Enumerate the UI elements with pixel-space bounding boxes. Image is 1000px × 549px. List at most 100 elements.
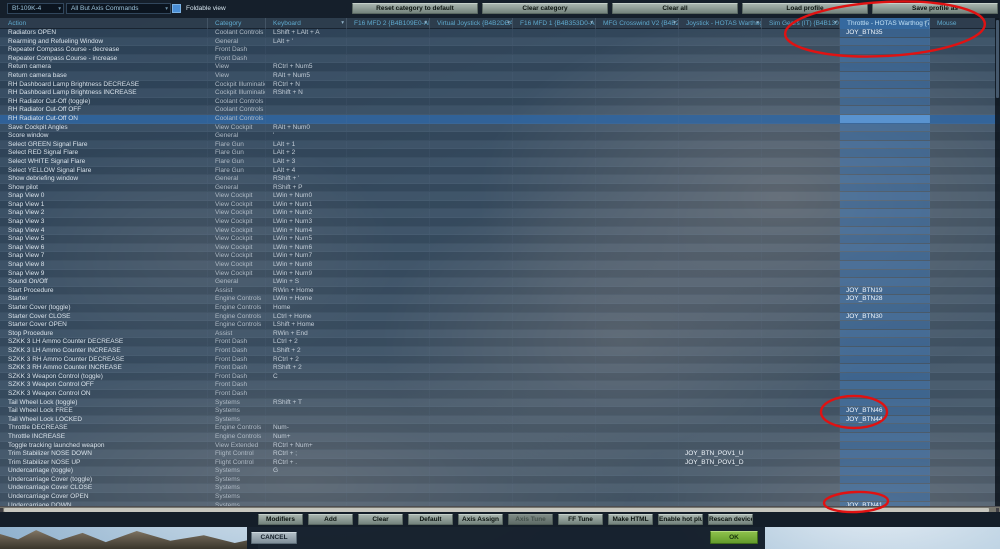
binding-cell[interactable] <box>513 175 596 183</box>
table-row-select-green-signal-flare[interactable]: Select GREEN Signal Flare Flare Gun LAlt +… <box>0 140 1000 150</box>
clear-category-button[interactable]: Clear category <box>482 3 608 14</box>
binding-cell[interactable] <box>762 407 840 415</box>
binding-cell[interactable] <box>430 467 513 475</box>
binding-cell[interactable] <box>430 209 513 218</box>
binding-cell[interactable] <box>840 37 930 46</box>
binding-cell[interactable] <box>347 235 430 243</box>
binding-cell[interactable] <box>930 493 1000 501</box>
binding-cell[interactable] <box>430 484 513 493</box>
category-cell[interactable]: Engine Controls <box>208 432 266 441</box>
keyboard-cell[interactable]: LWin + Num7 <box>266 252 347 261</box>
binding-cell[interactable] <box>762 441 840 450</box>
table-row-rh-radiator-cut-off-off[interactable]: RH Radiator Cut-Off OFF Coolant Controls <box>0 106 1000 115</box>
binding-cell[interactable] <box>596 157 679 166</box>
binding-cell[interactable] <box>762 89 840 97</box>
keyboard-cell[interactable]: LWin + Num3 <box>266 218 347 226</box>
binding-cell[interactable] <box>679 269 762 278</box>
column-filter-arrow-icon[interactable]: ▾ <box>756 18 759 29</box>
binding-cell[interactable] <box>430 114 513 123</box>
table-row-rh-dashboard-lamp-brightness-decrease[interactable]: RH Dashboard Lamp Brightness DECREASE Coc… <box>0 80 1000 90</box>
keyboard-cell[interactable]: LShift + Home <box>266 321 347 329</box>
category-cell[interactable]: Front Dash <box>208 389 266 398</box>
keyboard-cell[interactable]: Home <box>266 304 347 312</box>
binding-cell[interactable] <box>930 398 1000 407</box>
binding-cell[interactable] <box>930 475 1000 484</box>
binding-cell[interactable] <box>347 450 430 458</box>
binding-cell[interactable] <box>430 329 513 338</box>
binding-cell[interactable] <box>679 321 762 329</box>
binding-cell[interactable] <box>762 346 840 355</box>
table-row-snap-view-0[interactable]: Snap View 0 View Cockpit LWin + Num0 <box>0 192 1000 201</box>
aircraft-select[interactable]: Bf-109K-4 ▾ <box>7 3 64 14</box>
scroll-right-arrow-icon[interactable] <box>996 508 999 512</box>
binding-cell[interactable] <box>679 398 762 407</box>
column-header-throttle-hotas-warthog-702[interactable]: Throttle - HOTAS Warthog {702...▾ <box>840 18 930 29</box>
binding-cell[interactable] <box>513 304 596 312</box>
table-row-snap-view-1[interactable]: Snap View 1 View Cockpit LWin + Num1 <box>0 200 1000 210</box>
binding-cell[interactable] <box>679 364 762 372</box>
rescan-devices-button[interactable]: Rescan devices <box>708 514 753 525</box>
keyboard-cell[interactable]: RShift + 2 <box>266 364 347 372</box>
cancel-button[interactable]: CANCEL <box>251 532 297 544</box>
category-cell[interactable]: General <box>208 278 266 286</box>
binding-cell[interactable] <box>513 97 596 106</box>
binding-cell[interactable] <box>430 106 513 114</box>
binding-cell[interactable] <box>679 140 762 149</box>
binding-cell[interactable] <box>930 338 1000 346</box>
binding-cell[interactable] <box>596 218 679 226</box>
binding-cell[interactable] <box>347 209 430 218</box>
binding-cell[interactable] <box>596 226 679 235</box>
binding-cell[interactable] <box>596 441 679 450</box>
binding-cell[interactable] <box>596 269 679 278</box>
binding-cell[interactable] <box>930 106 1000 114</box>
binding-cell[interactable] <box>513 389 596 398</box>
binding-cell[interactable] <box>762 329 840 338</box>
binding-cell[interactable] <box>430 175 513 183</box>
binding-cell[interactable] <box>596 71 679 80</box>
binding-cell[interactable] <box>930 261 1000 269</box>
table-row-repeater-compass-course-decrease[interactable]: Repeater Compass Course - decrease Front … <box>0 46 1000 55</box>
binding-cell[interactable] <box>930 132 1000 140</box>
ok-button[interactable]: OK <box>710 531 758 544</box>
binding-cell[interactable]: JOY_BTN30 <box>840 312 930 321</box>
binding-cell[interactable] <box>513 467 596 475</box>
keyboard-cell[interactable]: RWin + End <box>266 329 347 338</box>
binding-cell[interactable] <box>430 312 513 321</box>
binding-cell[interactable] <box>840 458 930 467</box>
binding-cell[interactable] <box>679 183 762 192</box>
binding-cell[interactable] <box>930 226 1000 235</box>
keyboard-cell[interactable]: LWin + Home <box>266 295 347 303</box>
binding-cell[interactable] <box>679 149 762 157</box>
binding-cell[interactable] <box>430 54 513 63</box>
binding-cell[interactable] <box>347 252 430 261</box>
keyboard-cell[interactable]: RCtrl + Num+ <box>266 441 347 450</box>
keyboard-cell[interactable]: LWin + Num1 <box>266 200 347 209</box>
binding-cell[interactable] <box>596 432 679 441</box>
table-row-rh-radiator-cut-off-on[interactable]: RH Radiator Cut-Off ON Coolant Controls <box>0 114 1000 124</box>
binding-cell[interactable] <box>596 63 679 71</box>
binding-cell[interactable] <box>430 97 513 106</box>
binding-cell[interactable] <box>430 157 513 166</box>
binding-cell[interactable] <box>347 140 430 149</box>
column-header-action[interactable]: Action <box>0 18 208 29</box>
binding-cell[interactable] <box>840 252 930 261</box>
binding-cell[interactable] <box>430 218 513 226</box>
binding-cell[interactable] <box>430 269 513 278</box>
keyboard-cell[interactable] <box>266 415 347 424</box>
keyboard-cell[interactable] <box>266 46 347 54</box>
scroll-left-arrow-icon[interactable] <box>0 508 3 512</box>
binding-cell[interactable] <box>679 355 762 364</box>
make-html-button[interactable]: Make HTML <box>608 514 653 525</box>
binding-cell[interactable] <box>679 46 762 54</box>
binding-cell[interactable] <box>347 467 430 475</box>
binding-cell[interactable] <box>347 261 430 269</box>
binding-cell[interactable] <box>347 381 430 389</box>
ff-tune-button[interactable]: FF Tune <box>558 514 603 525</box>
binding-cell[interactable] <box>762 97 840 106</box>
binding-cell[interactable] <box>762 475 840 484</box>
keyboard-cell[interactable] <box>266 54 347 63</box>
category-cell[interactable]: View Cockpit <box>208 269 266 278</box>
binding-cell[interactable] <box>679 252 762 261</box>
binding-cell[interactable] <box>762 166 840 175</box>
binding-cell[interactable] <box>347 278 430 286</box>
